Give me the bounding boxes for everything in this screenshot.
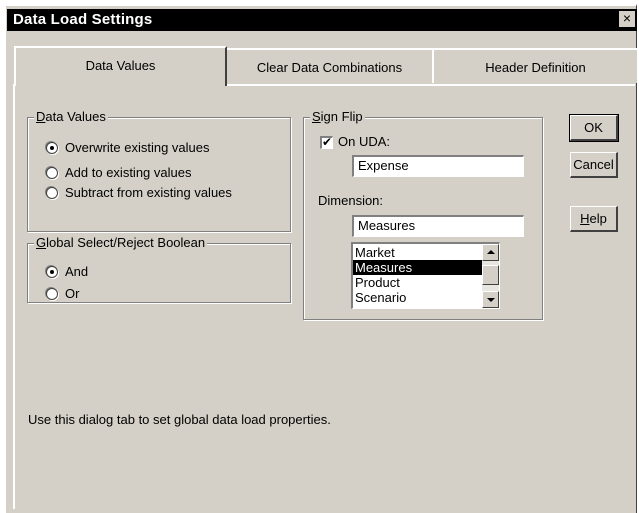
tab-data-values[interactable]: Data Values — [14, 46, 227, 86]
help-button[interactable]: Help — [570, 206, 618, 232]
arrow-down-icon — [487, 298, 495, 302]
list-item[interactable]: Product — [353, 275, 498, 290]
radio-button-icon[interactable] — [46, 288, 58, 300]
boolean-group: Global Select/Reject Boolean And Or — [27, 235, 291, 303]
radio-overwrite-label: Overwrite existing values — [65, 140, 210, 155]
boolean-group-label: Global Select/Reject Boolean — [34, 235, 208, 251]
list-item[interactable]: Scenario — [353, 290, 498, 305]
dimension-list[interactable]: Market Measures Product Scenario — [351, 242, 500, 309]
dimension-input[interactable]: Measures — [352, 215, 524, 237]
uda-input[interactable]: Expense — [352, 155, 524, 177]
list-item[interactable]: Market — [353, 245, 498, 260]
radio-button-icon[interactable] — [46, 187, 58, 199]
data-values-group-label: Data Values — [34, 109, 108, 125]
title-bar[interactable]: Data Load Settings × — [7, 9, 637, 31]
close-icon[interactable]: × — [619, 11, 635, 27]
radio-button-icon[interactable] — [46, 266, 58, 278]
arrow-up-icon — [487, 250, 495, 254]
scroll-up-button[interactable] — [482, 244, 499, 261]
tab-panel: Data Values Overwrite existing values Ad… — [13, 84, 635, 509]
radio-button-icon[interactable] — [46, 142, 58, 154]
radio-add-label: Add to existing values — [65, 165, 192, 180]
cancel-button[interactable]: Cancel — [570, 152, 618, 178]
window-title: Data Load Settings — [13, 11, 153, 28]
tab-clear-data-combinations-label: Clear Data Combinations — [256, 60, 403, 75]
radio-subtract-label: Subtract from existing values — [65, 185, 232, 200]
description-text: Use this dialog tab to set global data l… — [28, 412, 331, 427]
tab-header-definition-label: Header Definition — [485, 60, 586, 75]
sign-flip-group-label: Sign Flip — [310, 109, 365, 125]
radio-button-icon[interactable] — [46, 167, 58, 179]
tab-data-values-label: Data Values — [85, 58, 156, 73]
data-values-group: Data Values Overwrite existing values Ad… — [27, 109, 291, 232]
on-uda-checkbox[interactable]: ✔ — [320, 136, 333, 149]
tab-header-definition[interactable]: Header Definition — [432, 48, 637, 83]
tab-clear-data-combinations[interactable]: Clear Data Combinations — [224, 48, 435, 83]
radio-or-label: Or — [65, 286, 80, 301]
dimension-label: Dimension: — [318, 193, 384, 208]
sign-flip-group: Sign Flip ✔ On UDA: Expense Dimension: M… — [303, 109, 543, 320]
scroll-down-button[interactable] — [482, 291, 499, 308]
radio-and-label: And — [65, 264, 89, 279]
on-uda-label: On UDA: — [338, 134, 391, 149]
scroll-thumb[interactable] — [482, 265, 499, 285]
ok-button[interactable]: OK — [569, 114, 619, 142]
list-scrollbar[interactable] — [482, 244, 499, 308]
list-item[interactable]: Measures — [353, 260, 498, 275]
